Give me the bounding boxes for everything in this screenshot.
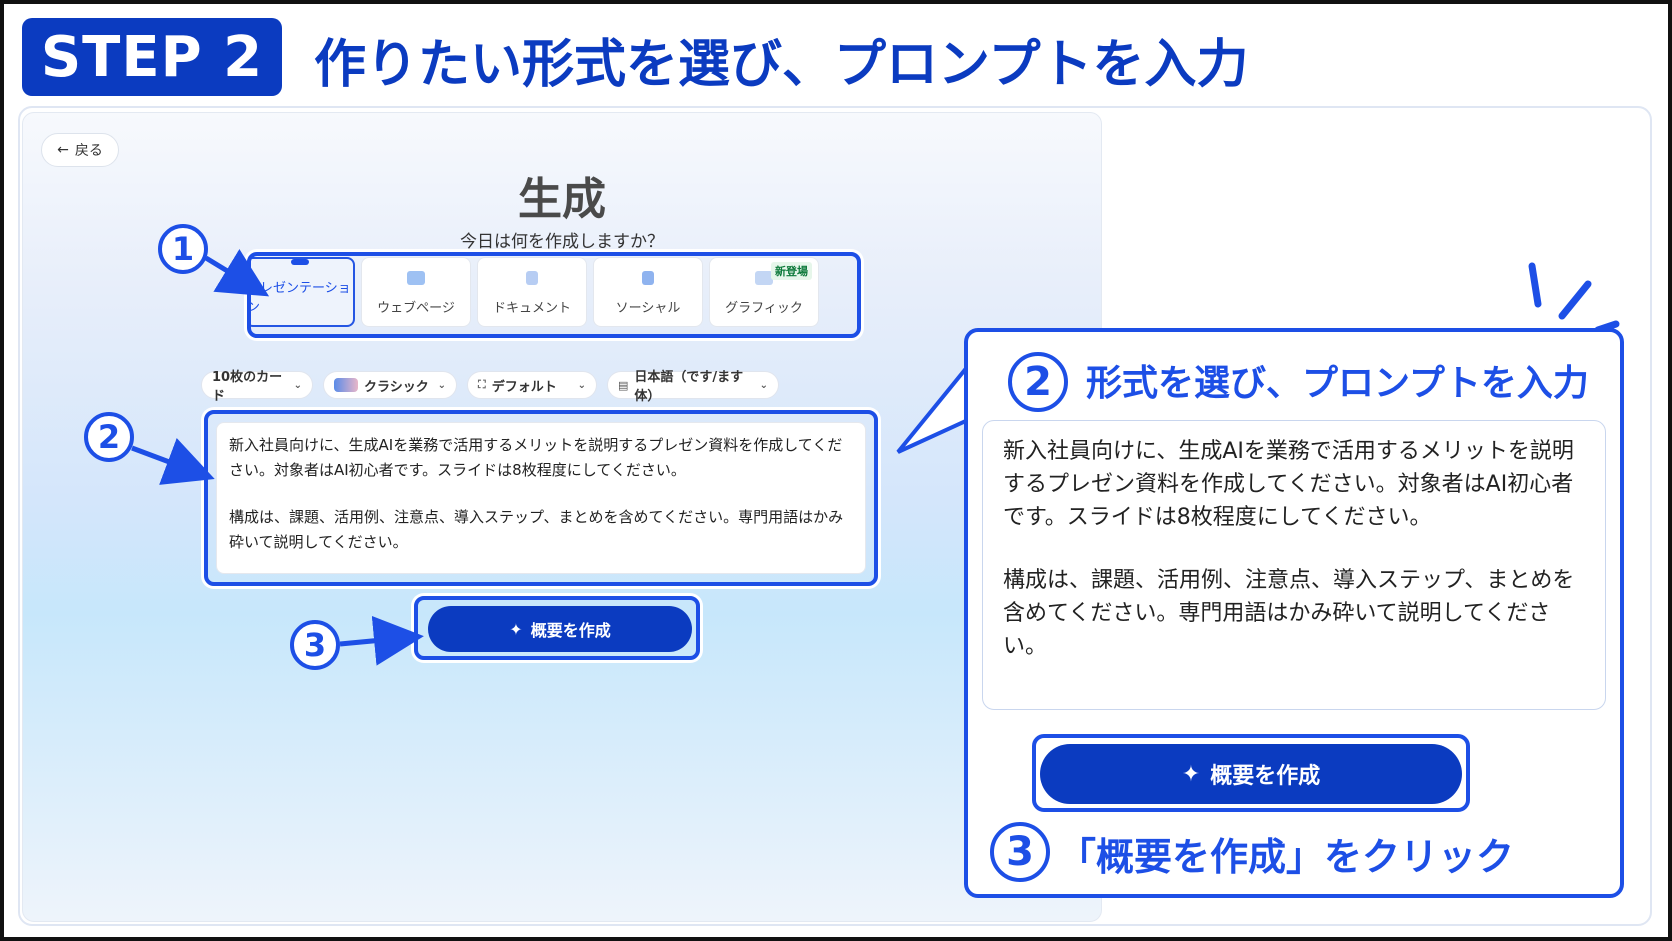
callout-prompt-box: 新入社員向けに、生成AIを業務で活用するメリットを説明するプレゼン資料を作成して… [982, 420, 1606, 710]
step-marker-3: 3 [290, 620, 340, 670]
emphasis-mark [1528, 262, 1542, 308]
callout-prompt-paragraph-1: 新入社員向けに、生成AIを業務で活用するメリットを説明するプレゼン資料を作成して… [1003, 439, 1574, 530]
callout-prompt-paragraph-2: 構成は、課題、活用例、注意点、導入ステップ、まとめを含めてください。専門用語はか… [1003, 568, 1575, 659]
arrow-1 [204, 249, 270, 297]
callout-generate-label: 概要を作成 [1210, 764, 1321, 789]
callout-tail [896, 360, 970, 454]
arrow-2 [131, 438, 215, 485]
step-marker-2: 2 [84, 412, 134, 462]
sparkle-icon: ✦ [1181, 761, 1201, 787]
emphasis-mark [1558, 280, 1592, 320]
arrow-3 [339, 615, 424, 666]
callout-title: 形式を選び、プロンプトを入力 [1086, 363, 1589, 404]
callout-marker-2: 2 [1008, 352, 1068, 412]
callout-click-instruction: 「概要を作成」をクリック [1058, 835, 1515, 879]
step-marker-1: 1 [158, 224, 208, 274]
callout-generate-button[interactable]: ✦ 概要を作成 [1040, 744, 1462, 804]
callout-marker-3: 3 [990, 822, 1050, 882]
